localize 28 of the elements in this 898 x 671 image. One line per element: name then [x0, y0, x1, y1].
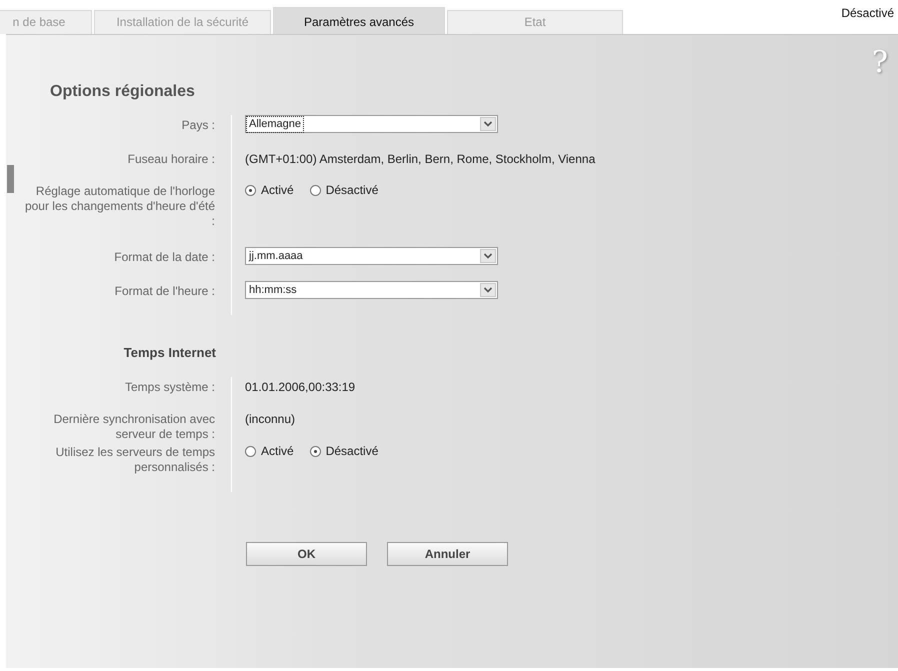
- radio-option[interactable]: Activé: [245, 444, 294, 459]
- field-label: Utilisez les serveurs de temps personnalisés :: [54, 444, 215, 475]
- field-label: Format de l'heure :: [114, 283, 215, 299]
- dropdown[interactable]: jj.mm.aaaa: [245, 247, 498, 265]
- field-label: Pays :: [180, 117, 215, 133]
- field-label: Dernière synchronisation avec serveur de temps :: [52, 411, 215, 442]
- field-label: Réglage automatique de l'horloge pour les changements d'heure d'été :: [24, 183, 215, 229]
- radio-option[interactable]: Désactivé: [310, 444, 378, 459]
- field-label: Temps système :: [124, 379, 215, 395]
- field-value: (GMT+01:00) Amsterdam, Berlin, Bern, Rome, Stockholm, Vienna: [245, 151, 596, 167]
- section-heading: Options régionales: [50, 83, 196, 102]
- field-value: (inconnu): [245, 411, 296, 427]
- field-label: Format de la date :: [113, 249, 215, 265]
- field-label: Fuseau horaire :: [126, 151, 215, 167]
- dropdown[interactable]: Allemagne: [245, 115, 498, 133]
- caret-icon: [480, 117, 496, 131]
- radio-option[interactable]: Activé: [245, 183, 294, 198]
- group-title: Temps Internet: [124, 345, 216, 360]
- status-text: Désactivé: [841, 6, 894, 20]
- dropdown[interactable]: hh:mm:ss: [245, 281, 498, 299]
- radio-option[interactable]: Désactivé: [310, 183, 378, 198]
- caret-icon: [480, 283, 496, 297]
- side-marker-icon: [7, 165, 14, 193]
- form-button[interactable]: OK: [246, 542, 367, 566]
- caret-icon: [480, 249, 496, 263]
- tab[interactable]: Paramètres avancés: [273, 7, 445, 34]
- field-value: 01.01.2006,00:33:19: [245, 379, 356, 395]
- form-button[interactable]: Annuler: [387, 542, 508, 566]
